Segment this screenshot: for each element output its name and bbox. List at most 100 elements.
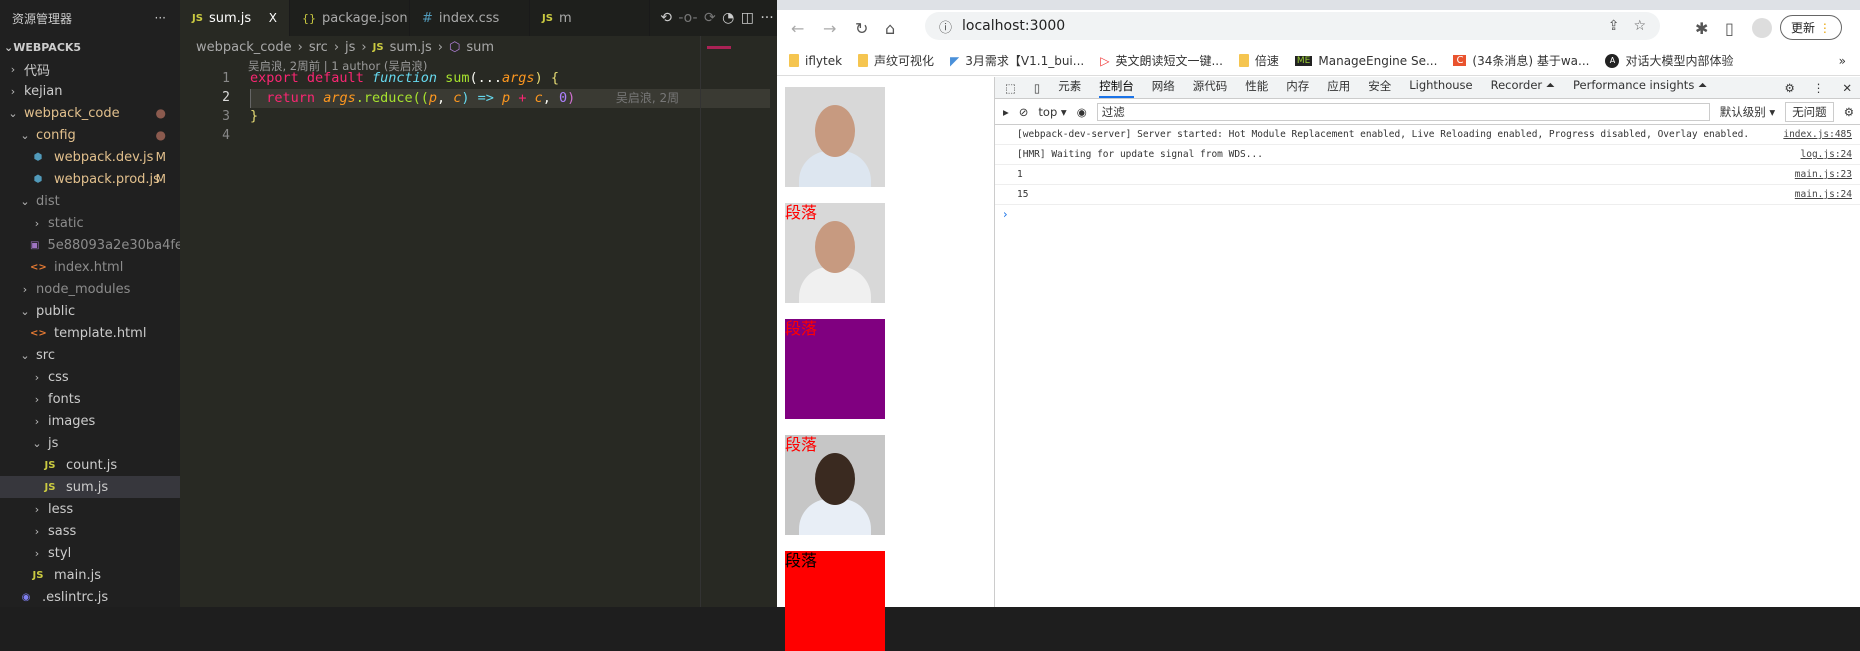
- info-icon[interactable]: ⓘ: [939, 17, 952, 36]
- devtools-tab[interactable]: Recorder ⏶: [1491, 78, 1555, 98]
- bookmark-star-icon[interactable]: ☆: [1633, 18, 1646, 34]
- more-icon[interactable]: ⋮: [1813, 81, 1825, 95]
- workspace-root[interactable]: ⌄ WEBPACK5: [0, 36, 180, 58]
- breadcrumb-item[interactable]: webpack_code: [196, 40, 292, 55]
- git-next-change-icon[interactable]: ⟳: [704, 10, 716, 26]
- devtools-tab[interactable]: 源代码: [1193, 78, 1228, 98]
- tree-item[interactable]: ⌄ webpack_code ●: [0, 102, 180, 124]
- tree-item[interactable]: ⬢ webpack.dev.js M: [0, 146, 180, 168]
- source-link[interactable]: index.js:485: [1783, 128, 1852, 141]
- update-button[interactable]: 更新 ⋮: [1780, 15, 1842, 40]
- tree-item[interactable]: › styl: [0, 542, 180, 564]
- sidebar-toggle-icon[interactable]: ▸: [1003, 105, 1009, 119]
- reload-icon[interactable]: ↻: [855, 19, 868, 38]
- source-link[interactable]: log.js:24: [1801, 148, 1852, 161]
- code-line-3[interactable]: }: [250, 108, 258, 124]
- tree-item-label: static: [48, 215, 84, 231]
- devtools-tab[interactable]: 安全: [1368, 78, 1391, 98]
- bookmark-iflytek[interactable]: iflytek: [789, 54, 842, 68]
- log-level-select[interactable]: 默认级别 ▾: [1720, 104, 1775, 120]
- devtools-tab[interactable]: 性能: [1245, 78, 1268, 98]
- bookmark-english-reading[interactable]: ▷ 英文朗读短文一键...: [1100, 52, 1223, 69]
- tree-item[interactable]: <> template.html: [0, 322, 180, 344]
- side-panel-icon[interactable]: ▯: [1725, 19, 1734, 38]
- more-actions-icon[interactable]: ···: [155, 11, 166, 25]
- browser-tab-strip[interactable]: [777, 0, 1860, 10]
- home-icon[interactable]: ⌂: [885, 19, 895, 38]
- profile-avatar[interactable]: [1752, 18, 1772, 38]
- filter-input[interactable]: 过滤: [1096, 102, 1710, 121]
- tree-item[interactable]: <> index.html: [0, 256, 180, 278]
- extensions-icon[interactable]: ✱: [1695, 19, 1708, 38]
- tab-package-json[interactable]: {} package.json: [290, 0, 410, 36]
- more-actions-icon[interactable]: ···: [760, 10, 773, 26]
- live-expression-icon[interactable]: ◉: [1077, 105, 1087, 119]
- inspect-element-icon[interactable]: ⬚: [1005, 81, 1016, 95]
- devtools-tab[interactable]: 应用: [1327, 78, 1350, 98]
- devtools-tab[interactable]: 内存: [1286, 78, 1309, 98]
- close-devtools-icon[interactable]: ✕: [1842, 81, 1852, 95]
- tree-item[interactable]: › images: [0, 410, 180, 432]
- devtools-tab[interactable]: 网络: [1152, 78, 1175, 98]
- devtools-tab[interactable]: Performance insights ⏶: [1573, 78, 1707, 98]
- source-link[interactable]: main.js:23: [1795, 168, 1852, 181]
- bookmark-march-requirements[interactable]: ◤ 3月需求【V1.1_bui...: [950, 52, 1084, 69]
- tree-item[interactable]: › fonts: [0, 388, 180, 410]
- tree-item[interactable]: ⌄ config ●: [0, 124, 180, 146]
- tree-item[interactable]: › sass: [0, 520, 180, 542]
- bookmark-voiceprint[interactable]: 声纹可视化: [858, 52, 934, 69]
- tree-item[interactable]: ⬢ webpack.prod.js M: [0, 168, 180, 190]
- close-icon[interactable]: X: [269, 11, 277, 25]
- breadcrumb-item[interactable]: sum: [466, 40, 494, 55]
- source-link[interactable]: main.js:24: [1795, 188, 1852, 201]
- tree-item[interactable]: › node_modules: [0, 278, 180, 300]
- tree-item[interactable]: ◉ .eslintrc.js: [0, 586, 180, 608]
- context-selector[interactable]: top ▾: [1038, 105, 1066, 119]
- tree-item[interactable]: ⌄ dist: [0, 190, 180, 212]
- devtools-tab[interactable]: 元素: [1058, 78, 1081, 98]
- breadcrumb-item[interactable]: sum.js: [390, 40, 432, 55]
- bookmark-llm[interactable]: A 对话大模型内部体验: [1605, 52, 1734, 69]
- bookmark-csdn[interactable]: C (34条消息) 基于wa...: [1453, 52, 1589, 69]
- minimap[interactable]: [700, 36, 777, 607]
- git-previous-change-icon[interactable]: ⟲: [660, 10, 672, 26]
- bookmark-speed[interactable]: 倍速: [1238, 52, 1279, 69]
- code-line-1[interactable]: export default function sum(...args) {: [250, 70, 559, 86]
- address-bar[interactable]: ⓘ localhost:3000 ⇪ ☆: [925, 12, 1660, 40]
- tab-index-css[interactable]: # index.css: [410, 0, 530, 36]
- tab-sum-js[interactable]: JS sum.js X: [180, 0, 290, 36]
- breadcrumb-item[interactable]: src: [309, 40, 328, 55]
- tree-item[interactable]: › less: [0, 498, 180, 520]
- timeline-icon[interactable]: ◔: [722, 10, 734, 26]
- tree-item[interactable]: › kejian: [0, 80, 180, 102]
- tree-item[interactable]: ⌄ src: [0, 344, 180, 366]
- tree-item[interactable]: JS sum.js: [0, 476, 180, 498]
- back-icon[interactable]: ←: [791, 19, 804, 38]
- settings-icon[interactable]: ⚙: [1785, 81, 1795, 95]
- split-editor-icon[interactable]: ◫: [741, 10, 754, 26]
- console-settings-icon[interactable]: ⚙: [1844, 105, 1854, 119]
- devtools-tab[interactable]: 控制台: [1099, 78, 1134, 98]
- git-commit-icon[interactable]: -o-: [678, 10, 697, 26]
- tree-item[interactable]: ⌄ js: [0, 432, 180, 454]
- clear-console-icon[interactable]: ⊘: [1019, 105, 1029, 119]
- console-prompt[interactable]: ›: [995, 205, 1860, 223]
- issues-button[interactable]: 无问题: [1785, 101, 1834, 122]
- tree-item[interactable]: ⌄ public: [0, 300, 180, 322]
- share-icon[interactable]: ⇪: [1608, 18, 1620, 34]
- device-toolbar-icon[interactable]: ▯: [1034, 81, 1040, 95]
- bookmark-manageengine[interactable]: ME ManageEngine Se...: [1294, 54, 1437, 68]
- more-bookmarks-icon[interactable]: »: [1839, 54, 1846, 68]
- forward-icon[interactable]: →: [823, 19, 836, 38]
- breadcrumb-item[interactable]: js: [345, 40, 355, 55]
- tree-item[interactable]: JS count.js: [0, 454, 180, 476]
- code-line-2[interactable]: return args.reduce((p, c) => p + c, 0) 吴…: [250, 89, 679, 106]
- tree-item[interactable]: › static: [0, 212, 180, 234]
- tree-item[interactable]: › 代码: [0, 58, 180, 80]
- js-file-icon: JS: [542, 12, 553, 24]
- tree-item[interactable]: ▣ 5e88093a2e30ba4fec...: [0, 234, 180, 256]
- devtools-tab[interactable]: Lighthouse: [1409, 78, 1472, 98]
- tab-main-js[interactable]: JS m: [530, 0, 650, 36]
- tree-item[interactable]: JS main.js: [0, 564, 180, 586]
- tree-item[interactable]: › css: [0, 366, 180, 388]
